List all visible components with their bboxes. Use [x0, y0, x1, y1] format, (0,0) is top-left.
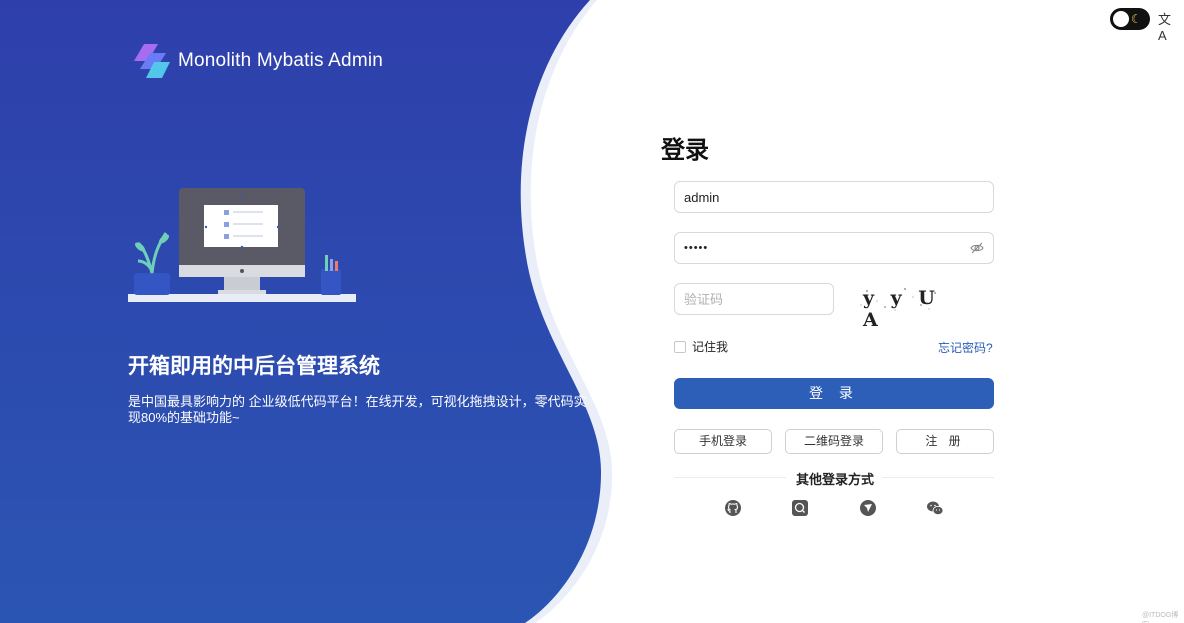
slogan-description: 是中国最具影响力的 企业级低代码平台！在线开发，可视化拖拽设计，零代码实现80%…: [128, 394, 587, 425]
watermark: @ITDOG博客: [1142, 612, 1179, 623]
background-panel: [0, 0, 613, 623]
language-icon[interactable]: 文A: [1158, 9, 1174, 43]
qr-login-button[interactable]: 二维码登录: [785, 429, 883, 454]
theme-toggle[interactable]: ☾: [1110, 8, 1150, 30]
captcha-field[interactable]: [674, 283, 834, 315]
phone-login-button[interactable]: 手机登录: [674, 429, 772, 454]
remember-me[interactable]: 记住我: [674, 338, 728, 355]
login-button[interactable]: 登 录: [674, 378, 994, 409]
other-login-title: 其他登录方式: [796, 472, 875, 487]
remember-label: 记住我: [692, 340, 729, 354]
toggle-knob: [1113, 11, 1129, 27]
weibo-icon[interactable]: [859, 499, 877, 517]
forgot-password-link[interactable]: 忘记密码?: [938, 339, 993, 356]
login-title: 登录: [661, 137, 709, 164]
brand-title: Monolith Mybatis Admin: [178, 50, 384, 71]
remember-checkbox[interactable]: [674, 340, 686, 353]
username-field[interactable]: [674, 181, 994, 213]
captcha-text: y y U A: [863, 287, 940, 331]
divider-right: [882, 477, 994, 478]
wechat-icon[interactable]: [926, 499, 944, 517]
captcha-input[interactable]: [684, 291, 824, 307]
slogan-title: 开箱即用的中后台管理系统: [128, 355, 380, 378]
brand: Monolith Mybatis Admin: [134, 44, 383, 78]
register-button[interactable]: 注 册: [896, 429, 994, 454]
logo-icon: [134, 44, 170, 78]
github-icon[interactable]: [724, 499, 742, 517]
captcha-image[interactable]: y y U A: [855, 283, 945, 331]
username-input[interactable]: [684, 189, 984, 205]
qq-icon[interactable]: [791, 499, 809, 517]
eye-off-icon[interactable]: [970, 241, 984, 255]
divider-left: [674, 477, 786, 478]
moon-icon: ☾: [1131, 12, 1142, 26]
password-field[interactable]: •••••: [674, 232, 994, 264]
password-value[interactable]: •••••: [684, 242, 970, 254]
desk-illustration: [128, 188, 356, 302]
login-page: Monolith Mybatis Admin 开箱即用的中后台管理系统 是中国最…: [0, 0, 1184, 623]
